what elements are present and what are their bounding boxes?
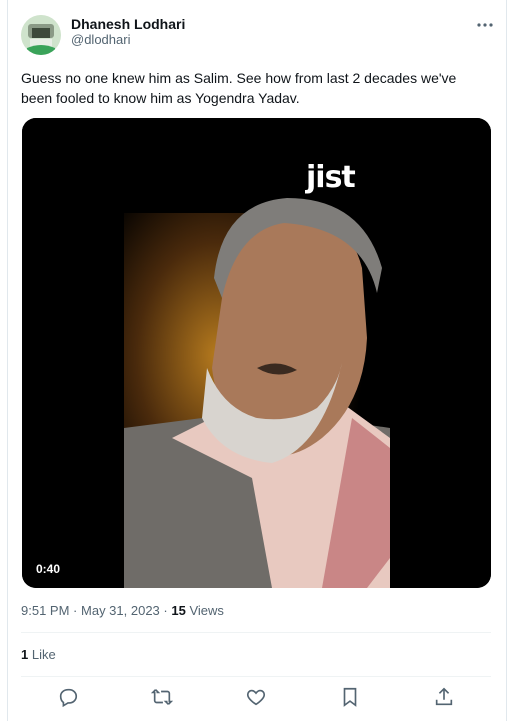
video-frame (22, 118, 491, 588)
reply-icon[interactable] (57, 686, 79, 708)
views-count: 15 (171, 603, 186, 618)
likes-stat[interactable]: 1 Like (21, 647, 56, 662)
video-duration: 0:40 (36, 562, 61, 576)
video-player[interactable]: jist (22, 118, 491, 588)
more-horizontal-icon[interactable] (474, 16, 496, 34)
author-handle[interactable]: @dlodhari (71, 32, 185, 48)
retweet-icon[interactable] (150, 686, 174, 708)
meta-separator: · (163, 603, 168, 618)
likes-count: 1 (21, 647, 29, 662)
tweet-time[interactable]: 9:51 PM (21, 603, 69, 618)
like-icon[interactable] (245, 686, 267, 708)
tweet-date[interactable]: May 31, 2023 (81, 603, 160, 618)
tweet-text: Guess no one knew him as Salim. See how … (21, 70, 457, 106)
share-icon[interactable] (433, 686, 455, 708)
divider (21, 676, 491, 677)
author-name[interactable]: Dhanesh Lodhari (71, 16, 185, 32)
bookmark-icon[interactable] (339, 686, 361, 708)
likes-label: Like (31, 647, 56, 662)
meta-separator: · (73, 603, 78, 618)
author-block: Dhanesh Lodhari @dlodhari (71, 16, 185, 48)
video-overlay-logo: jist (306, 160, 356, 195)
avatar[interactable] (21, 15, 61, 55)
views-label: Views (189, 603, 224, 618)
tweet-meta: 9:51 PM · May 31, 2023 · 15 Views (21, 603, 224, 618)
divider (21, 632, 491, 633)
